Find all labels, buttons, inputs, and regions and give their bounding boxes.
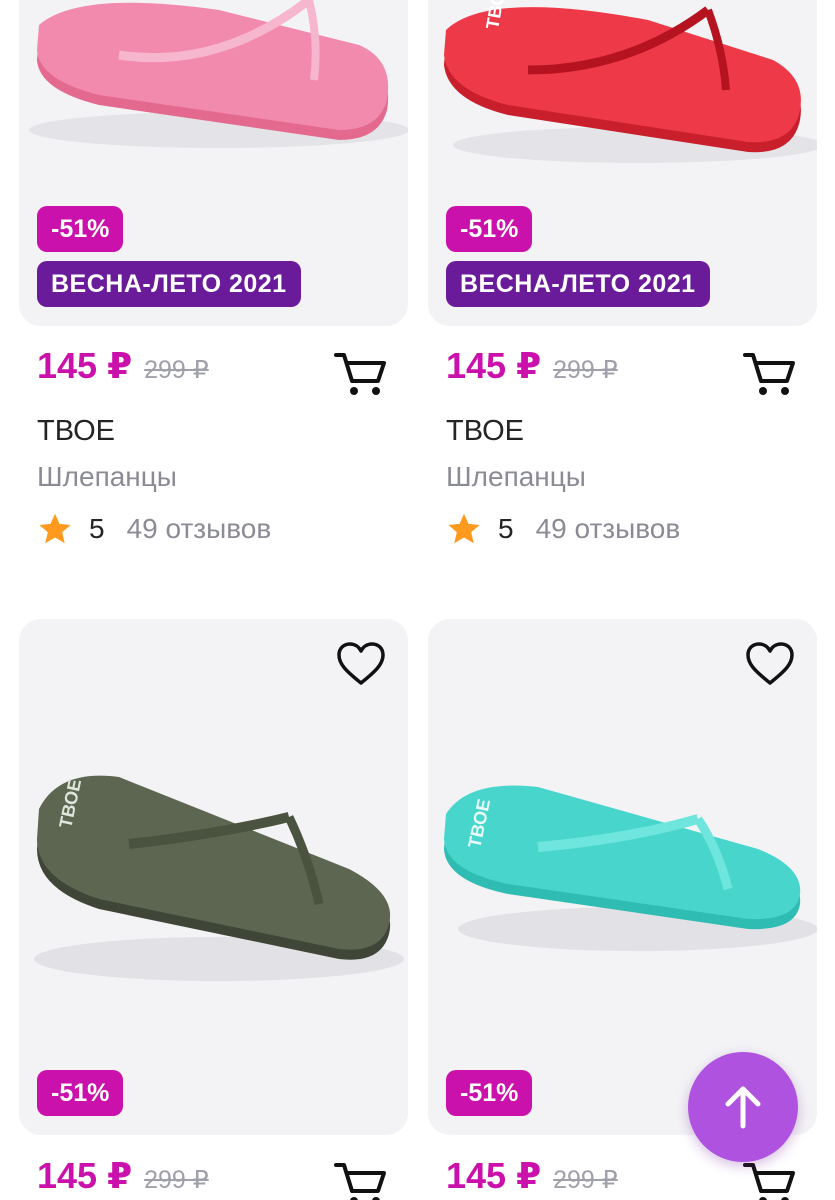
old-price: 299 ₽ <box>144 356 209 384</box>
current-price: 145 ₽ <box>37 345 133 386</box>
scroll-top-button[interactable] <box>688 1052 798 1162</box>
price-row: 145 ₽ 299 ₽ <box>37 345 209 395</box>
arrow-up-icon <box>725 1086 761 1129</box>
current-price: 145 ₽ <box>446 1155 542 1196</box>
rating-row: 5 49 отзывов <box>37 511 271 547</box>
discount-badge: -51% <box>37 206 124 252</box>
rating-row: 5 49 отзывов <box>446 511 680 547</box>
heart-icon[interactable] <box>336 641 386 687</box>
product-card-olive[interactable]: ТВОЕ -51% <box>19 619 408 1135</box>
current-price: 145 ₽ <box>446 345 542 386</box>
price-row: 145 ₽ 299 ₽ <box>37 1155 209 1200</box>
product-photo[interactable]: ТВОЕ <box>19 619 408 1135</box>
product-brand[interactable]: ТВОЕ <box>37 415 115 448</box>
season-badge: ВЕСНА-ЛЕТО 2021 <box>37 261 301 307</box>
star-icon <box>448 513 480 544</box>
product-card-red[interactable]: ТВОЕ -51% ВЕСНА-ЛЕТО 2021 <box>428 0 817 326</box>
reviews-count[interactable]: 49 отзывов <box>536 513 681 545</box>
current-price: 145 ₽ <box>37 1155 133 1196</box>
catalog-page: -51% ВЕСНА-ЛЕТО 2021 145 ₽ 299 ₽ ТВОЕ Шл… <box>0 0 835 1200</box>
price-row: 145 ₽ 299 ₽ <box>446 1155 618 1200</box>
reviews-count[interactable]: 49 отзывов <box>127 513 272 545</box>
cart-icon[interactable] <box>332 1159 388 1200</box>
discount-badge: -51% <box>37 1070 124 1116</box>
cart-icon[interactable] <box>332 349 388 399</box>
season-badge: ВЕСНА-ЛЕТО 2021 <box>446 261 710 307</box>
price-row: 145 ₽ 299 ₽ <box>446 345 618 395</box>
old-price: 299 ₽ <box>144 1166 209 1194</box>
product-category[interactable]: Шлепанцы <box>37 461 177 493</box>
heart-icon[interactable] <box>745 641 795 687</box>
discount-badge: -51% <box>446 1070 533 1116</box>
star-icon <box>39 513 71 544</box>
discount-badge: -51% <box>446 206 533 252</box>
product-category[interactable]: Шлепанцы <box>446 461 586 493</box>
cart-icon[interactable] <box>741 1159 797 1200</box>
product-card-pink[interactable]: -51% ВЕСНА-ЛЕТО 2021 <box>19 0 408 326</box>
cart-icon[interactable] <box>741 349 797 399</box>
rating-value: 5 <box>498 513 514 544</box>
product-brand[interactable]: ТВОЕ <box>446 415 524 448</box>
old-price: 299 ₽ <box>553 1166 618 1194</box>
rating-value: 5 <box>89 513 105 544</box>
old-price: 299 ₽ <box>553 356 618 384</box>
